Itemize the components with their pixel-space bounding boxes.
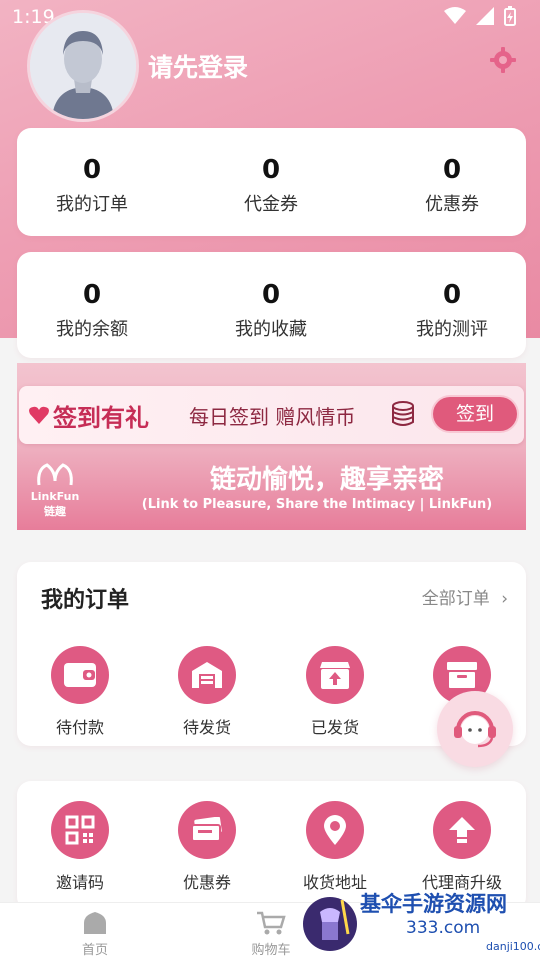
wallet-icon [64, 663, 96, 687]
watermark-url: 333.com [406, 918, 481, 938]
stat-reviews[interactable]: 0 我的测评 [377, 279, 527, 341]
stat-label: 我的余额 [56, 319, 128, 340]
stats-card-1: 0 我的订单 0 代金券 0 优惠券 [17, 128, 526, 236]
stat-my-orders[interactable]: 0 我的订单 [17, 154, 167, 216]
tab-label: 首页 [81, 943, 108, 958]
stat-label: 我的收藏 [235, 319, 307, 340]
stats-card-2: 0 我的余额 0 我的收藏 0 我的测评 [17, 252, 526, 358]
headset-support-icon [454, 711, 496, 748]
signal-icon [476, 7, 494, 25]
battery-icon [504, 6, 516, 26]
order-label: 待发货 [182, 718, 231, 737]
stat-value: 0 [82, 155, 102, 185]
stat-label: 代金券 [244, 194, 298, 215]
stat-value: 0 [261, 280, 281, 310]
all-orders-label: 全部订单 [421, 589, 490, 609]
home-icon [84, 912, 106, 934]
logo-text: LinkFun [30, 490, 80, 503]
stat-balance[interactable]: 0 我的余额 [17, 279, 167, 341]
heart-icon [29, 406, 49, 424]
watermark-text: 基伞手游资源网 [360, 892, 507, 916]
tab-home[interactable]: 首页 [35, 911, 155, 958]
settings-gear-icon[interactable] [489, 46, 517, 74]
service-coupons[interactable]: 优惠券 [147, 801, 267, 893]
sign-in-bar: 签到有礼 每日签到 赠风情币 签到 [19, 386, 524, 444]
archive-icon [447, 662, 477, 688]
sign-in-title: 签到有礼 [53, 404, 149, 432]
wifi-icon [444, 7, 466, 24]
orders-title: 我的订单 [41, 588, 130, 613]
qr-code-icon [65, 815, 95, 845]
sign-in-subtitle: 每日签到 赠风情币 [189, 405, 356, 429]
promo-banner[interactable]: 签到有礼 每日签到 赠风情币 签到 LinkFun 链趣 链动愉悦，趣享亲密 (… [17, 363, 526, 530]
sign-in-button[interactable]: 签到 [433, 397, 517, 431]
service-label: 邀请码 [55, 873, 104, 892]
linkfun-logo: LinkFun 链趣 [23, 461, 87, 519]
location-pin-icon [324, 815, 346, 845]
stat-label: 我的测评 [416, 319, 488, 340]
order-pending-payment[interactable]: 待付款 [20, 646, 140, 738]
order-label: 待付款 [55, 718, 104, 737]
customer-service-button[interactable] [437, 691, 513, 767]
avatar[interactable] [27, 10, 139, 122]
user-silhouette-icon [30, 13, 136, 119]
coupon-icon [191, 817, 222, 842]
login-prompt[interactable]: 请先登录 [148, 48, 248, 84]
box-upload-icon [320, 662, 350, 689]
stat-value: 0 [442, 155, 462, 185]
cart-icon [257, 911, 286, 935]
upgrade-arrow-icon [449, 817, 475, 843]
stat-value: 0 [82, 280, 102, 310]
order-label: 已发货 [310, 718, 359, 737]
stat-value: 0 [442, 280, 462, 310]
ninja-mascot-icon [303, 897, 357, 951]
order-shipped[interactable]: 已发货 [275, 646, 395, 738]
service-label: 优惠券 [182, 873, 231, 892]
stat-label: 我的订单 [56, 194, 128, 215]
watermark-overlay: 基伞手游资源网 333.com danji100.com [298, 880, 540, 960]
stat-coupons[interactable]: 0 优惠券 [377, 154, 527, 216]
warehouse-icon [192, 662, 222, 688]
logo-cn-text: 链趣 [44, 505, 66, 518]
service-invite-code[interactable]: 邀请码 [20, 801, 140, 893]
coin-stack-icon [392, 401, 414, 426]
banner-slogan: 链动愉悦，趣享亲密 [209, 465, 444, 495]
logo-mark-icon [37, 463, 73, 486]
all-orders-link[interactable]: 全部订单 › [422, 584, 508, 609]
stat-vouchers[interactable]: 0 代金券 [196, 154, 346, 216]
banner-slogan-en: (Link to Pleasure, Share the Intimacy | … [141, 497, 493, 512]
chevron-right-icon: › [501, 589, 508, 609]
stat-label: 优惠券 [425, 194, 479, 215]
stat-value: 0 [261, 155, 281, 185]
watermark-url-2: danji100.com [486, 940, 540, 953]
order-pending-shipment[interactable]: 待发货 [147, 646, 267, 738]
stat-favorites[interactable]: 0 我的收藏 [196, 279, 346, 341]
